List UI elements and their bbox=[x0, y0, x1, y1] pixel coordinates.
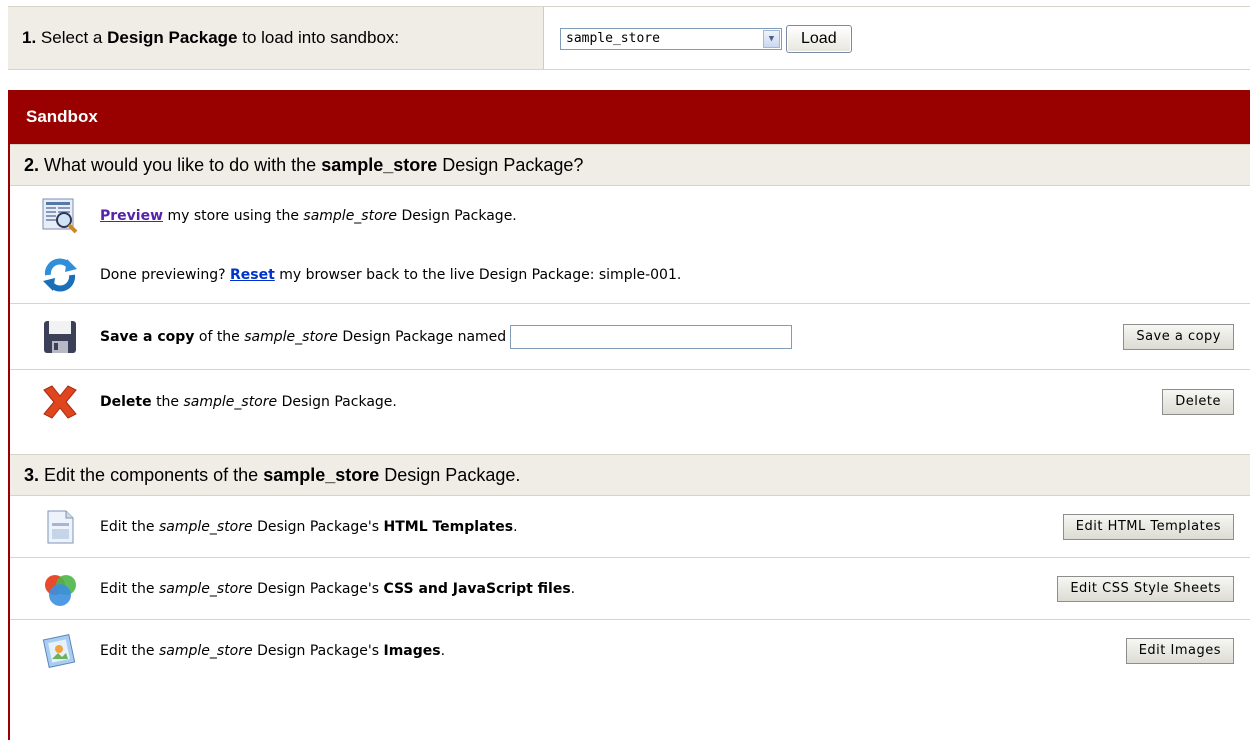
delete-row: Delete the sample_store Design Package. … bbox=[10, 370, 1250, 434]
edit-images-bold: Images bbox=[383, 643, 441, 659]
preview-text-a: my store using the bbox=[167, 208, 299, 224]
reset-link[interactable]: Reset bbox=[230, 267, 275, 283]
edit-html-row: Edit the sample_store Design Package's H… bbox=[10, 496, 1250, 558]
reset-row: Done previewing? Reset my browser back t… bbox=[10, 246, 1250, 304]
save-copy-bold: Save a copy bbox=[100, 328, 195, 345]
load-button[interactable]: Load bbox=[786, 25, 852, 53]
delete-text: Delete the sample_store Design Package. bbox=[100, 394, 397, 410]
step2-number: 2. bbox=[24, 154, 40, 175]
step3-text-after: Design Package. bbox=[384, 464, 521, 485]
css-icon bbox=[45, 574, 76, 606]
step3-number: 3. bbox=[24, 464, 40, 485]
save-copy-text-a: of the bbox=[198, 328, 240, 345]
preview-link[interactable]: Preview bbox=[100, 208, 163, 224]
images-icon bbox=[42, 634, 76, 668]
edit-html-text: Edit the sample_store Design Package's H… bbox=[100, 519, 518, 535]
delete-icon bbox=[43, 385, 77, 419]
edit-images-text: Edit the sample_store Design Package's I… bbox=[100, 643, 445, 659]
design-package-select-value: sample_store bbox=[566, 31, 660, 46]
step3-package: sample_store bbox=[263, 464, 380, 485]
preview-package: sample_store bbox=[303, 208, 398, 224]
preview-text-b: Design Package. bbox=[401, 208, 517, 224]
edit-html-bold: HTML Templates bbox=[383, 518, 514, 535]
delete-button[interactable]: Delete bbox=[1162, 389, 1234, 415]
step1-text-bold: Design Package bbox=[107, 28, 238, 47]
save-copy-button[interactable]: Save a copy bbox=[1123, 323, 1234, 350]
preview-row: Preview my store using the sample_store … bbox=[10, 186, 1250, 246]
delete-text-a: the bbox=[156, 394, 180, 410]
reset-text-a: Done previewing? bbox=[100, 266, 226, 283]
delete-package: sample_store bbox=[183, 394, 278, 410]
sandbox-panel: Sandbox 2. What would you like to do wit… bbox=[8, 90, 1250, 740]
step1-number: 1. bbox=[22, 28, 37, 47]
step1-controls: sample_store ▼ Load bbox=[560, 25, 852, 53]
sandbox-title: Sandbox bbox=[10, 90, 1250, 144]
save-copy-text-b: Design Package named bbox=[342, 328, 507, 345]
preview-icon bbox=[42, 198, 78, 234]
edit-html-text-a: Edit the bbox=[100, 518, 155, 535]
step2-text-before: What would you like to do with the bbox=[44, 154, 317, 175]
edit-images-button[interactable]: Edit Images bbox=[1125, 638, 1234, 664]
copy-name-input[interactable] bbox=[510, 324, 793, 349]
save-copy-row: Save a copy of the sample_store Design P… bbox=[10, 304, 1250, 370]
reset-icon bbox=[43, 258, 77, 291]
dropdown-arrow-icon[interactable]: ▼ bbox=[763, 30, 780, 48]
edit-images-text-a: Edit the bbox=[100, 643, 155, 659]
edit-html-text-b: Design Package's bbox=[257, 518, 380, 535]
html-template-icon bbox=[47, 510, 74, 543]
edit-css-style-sheets-button[interactable]: Edit CSS Style Sheets bbox=[1057, 575, 1234, 602]
step2-package: sample_store bbox=[321, 154, 438, 175]
step2-text-after: Design Package? bbox=[442, 154, 584, 175]
reset-text: Done previewing? Reset my browser back t… bbox=[100, 267, 681, 283]
edit-css-text-a: Edit the bbox=[100, 580, 155, 597]
step1-text-before: Select a bbox=[40, 28, 103, 47]
reset-text-b: my browser back to the live Design Packa… bbox=[279, 266, 682, 283]
edit-css-row: Edit the sample_store Design Package's C… bbox=[10, 558, 1250, 620]
edit-css-text-b: Design Package's bbox=[257, 580, 380, 597]
save-icon bbox=[44, 320, 76, 353]
edit-images-end: . bbox=[440, 643, 446, 659]
edit-html-package: sample_store bbox=[159, 518, 253, 535]
step1-label: 1. Select a Design Package to load into … bbox=[8, 7, 544, 69]
delete-bold: Delete bbox=[100, 394, 152, 410]
edit-css-text: Edit the sample_store Design Package's C… bbox=[100, 581, 575, 597]
step3-heading: 3. Edit the components of the sample_sto… bbox=[10, 454, 1250, 496]
edit-images-row: Edit the sample_store Design Package's I… bbox=[10, 620, 1250, 682]
edit-css-package: sample_store bbox=[159, 580, 253, 597]
save-copy-package: sample_store bbox=[244, 328, 338, 345]
step3-text-before: Edit the components of the bbox=[44, 464, 259, 485]
save-copy-text: Save a copy of the sample_store Design P… bbox=[100, 329, 506, 345]
edit-css-bold: CSS and JavaScript files bbox=[383, 580, 571, 597]
step2-heading: 2. What would you like to do with the sa… bbox=[10, 144, 1250, 186]
edit-html-templates-button[interactable]: Edit HTML Templates bbox=[1062, 513, 1234, 540]
edit-css-end: . bbox=[570, 580, 576, 597]
edit-html-end: . bbox=[513, 518, 518, 535]
package-selector-bar: 1. Select a Design Package to load into … bbox=[8, 6, 1250, 70]
design-package-select[interactable]: sample_store ▼ bbox=[560, 28, 782, 50]
delete-text-b: Design Package. bbox=[281, 394, 397, 410]
preview-text: Preview my store using the sample_store … bbox=[100, 208, 517, 224]
step1-text-after: to load into sandbox: bbox=[242, 28, 400, 47]
edit-images-package: sample_store bbox=[159, 643, 253, 659]
edit-images-text-b: Design Package's bbox=[257, 643, 380, 659]
